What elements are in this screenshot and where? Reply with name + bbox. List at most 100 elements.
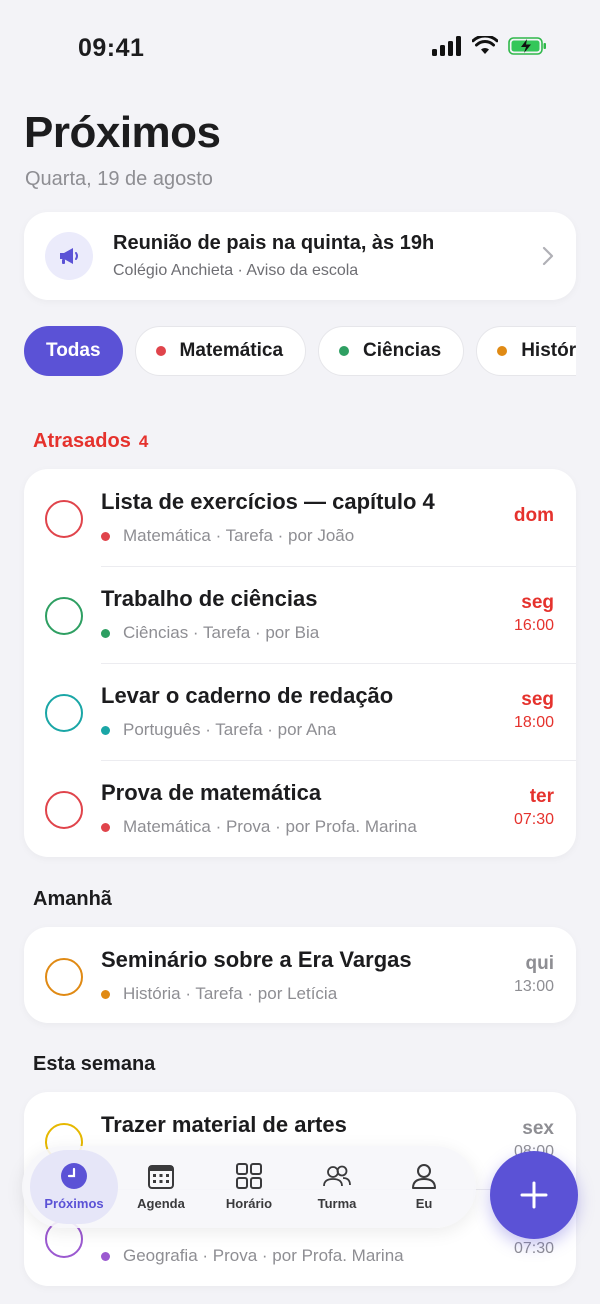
due-day: sex: [522, 1118, 554, 1139]
task-checkbox[interactable]: [45, 500, 83, 538]
task-due: qui 13:00: [514, 953, 554, 996]
chip-label: Ciências: [363, 340, 442, 361]
task-due: dom: [514, 505, 554, 527]
due-day: ter: [529, 786, 554, 807]
due-day: dom: [513, 505, 554, 526]
filter-chip-matematica[interactable]: Matemática: [134, 326, 307, 376]
task-meta: Português · Tarefa · por Ana: [101, 720, 336, 740]
subject-dot: [101, 628, 110, 638]
task-row[interactable]: Seminário sobre a Era Vargas História · …: [24, 927, 576, 1023]
subject-dot: [155, 346, 166, 356]
tab-label: Eu: [415, 1196, 433, 1211]
task-row[interactable]: Levar o caderno de redação Português · T…: [24, 663, 576, 760]
task-title: Levar o caderno de redação: [101, 683, 394, 708]
task-title: Trabalho de ciências: [101, 586, 318, 611]
status-time: 09:41: [78, 34, 145, 62]
task-meta-text: Português · Tarefa · por Ana: [123, 720, 337, 739]
add-task-button[interactable]: [490, 1151, 578, 1239]
tab-bar: Próximos Agenda Horário Turma Eu: [22, 1146, 476, 1228]
task-title: Seminário sobre a Era Vargas: [101, 947, 412, 972]
clock-icon: [61, 1163, 87, 1189]
page-title: Próximos: [24, 108, 221, 157]
task-due: ter 07:30: [514, 786, 554, 829]
due-time: 13:00: [513, 978, 554, 995]
megaphone-icon: [45, 232, 93, 280]
task-meta: Geografia · Prova · por Profa. Marina: [101, 1246, 404, 1266]
due-day: seg: [521, 592, 554, 613]
task-due: seg 16:00: [514, 592, 554, 635]
subject-dot: [101, 531, 110, 541]
notice-subtitle: Colégio Anchieta · Aviso da escola: [113, 262, 359, 279]
filter-chip-historia[interactable]: História: [476, 326, 576, 376]
tab-label: Turma: [317, 1196, 357, 1211]
tab-proximos[interactable]: Próximos: [30, 1150, 118, 1224]
section-label: Atrasados: [33, 430, 131, 452]
subject-dot: [101, 725, 110, 735]
due-day: qui: [525, 953, 555, 974]
due-time: 07:30: [513, 1240, 554, 1257]
signal-icon: [432, 36, 461, 56]
tab-label: Horário: [225, 1196, 273, 1211]
filter-chip-ciencias[interactable]: Ciências: [318, 326, 465, 376]
task-meta-text: Matemática · Prova · por Profa. Marina: [123, 817, 417, 836]
due-time: 16:00: [513, 617, 554, 634]
section-title-tomorrow: Amanhã: [33, 888, 112, 910]
status-icons: [432, 36, 548, 56]
due-time: 07:30: [513, 811, 554, 828]
task-checkbox[interactable]: [45, 791, 83, 829]
filter-chip-todas[interactable]: Todas: [24, 326, 123, 376]
page-date: Quarta, 19 de agosto: [25, 168, 213, 190]
task-title: Prova de matemática: [101, 780, 322, 805]
battery-icon: [508, 37, 546, 55]
subject-filter-chips: Todas Matemática Ciências História: [24, 326, 576, 376]
tab-horario[interactable]: Horário: [205, 1150, 293, 1224]
status-bar: 09:41: [0, 0, 600, 96]
task-checkbox[interactable]: [45, 958, 83, 996]
subject-dot: [497, 346, 508, 356]
due-time: 18:00: [513, 714, 554, 731]
subject-dot: [101, 989, 110, 999]
task-meta-text: Geografia · Prova · por Profa. Marina: [123, 1246, 404, 1265]
task-meta: Matemática · Tarefa · por João: [101, 526, 354, 546]
chip-label: Matemática: [179, 340, 284, 361]
task-row[interactable]: Lista de exercícios — capítulo 4 Matemát…: [24, 469, 576, 566]
task-title: Trazer material de artes: [101, 1112, 347, 1137]
person-icon: [412, 1164, 436, 1189]
task-meta: Ciências · Tarefa · por Bia: [101, 623, 319, 643]
overdue-count: 4: [138, 432, 149, 451]
due-day: seg: [521, 689, 554, 710]
subject-dot: [339, 346, 350, 356]
task-meta: História · Tarefa · por Letícia: [101, 984, 337, 1004]
tomorrow-task-list: Seminário sobre a Era Vargas História · …: [24, 927, 576, 1023]
task-title: Lista de exercícios — capítulo 4: [101, 489, 435, 514]
task-meta-text: Matemática · Tarefa · por João: [123, 526, 355, 545]
task-meta-text: História · Tarefa · por Letícia: [123, 984, 338, 1003]
chip-label: Todas: [46, 340, 101, 361]
overdue-task-list: Lista de exercícios — capítulo 4 Matemát…: [24, 469, 576, 857]
tab-label: Agenda: [137, 1196, 185, 1211]
task-due: seg 18:00: [514, 689, 554, 732]
task-checkbox[interactable]: [45, 694, 83, 732]
tab-turma[interactable]: Turma: [293, 1150, 381, 1224]
section-title-week: Esta semana: [33, 1053, 156, 1075]
section-title-overdue: Atrasados 4: [33, 430, 148, 453]
people-icon: [323, 1165, 351, 1187]
plus-icon: [520, 1181, 548, 1209]
wifi-icon: [472, 36, 498, 54]
grid-icon: [236, 1163, 262, 1189]
task-checkbox[interactable]: [45, 597, 83, 635]
notice-title: Reunião de pais na quinta, às 19h: [113, 232, 435, 254]
tab-agenda[interactable]: Agenda: [117, 1150, 205, 1224]
subject-dot: [101, 822, 110, 832]
task-row[interactable]: Trabalho de ciências Ciências · Tarefa ·…: [24, 566, 576, 663]
chevron-right-icon: [542, 246, 554, 266]
task-row[interactable]: Prova de matemática Matemática · Prova ·…: [24, 760, 576, 857]
school-notice-card[interactable]: Reunião de pais na quinta, às 19h Colégi…: [24, 212, 576, 300]
task-meta: Matemática · Prova · por Profa. Marina: [101, 817, 417, 837]
calendar-icon: [148, 1165, 174, 1189]
tab-label: Próximos: [44, 1196, 104, 1211]
subject-dot: [101, 1251, 110, 1261]
tab-eu[interactable]: Eu: [380, 1150, 468, 1224]
task-meta-text: Ciências · Tarefa · por Bia: [123, 623, 320, 642]
chip-label: História: [521, 340, 576, 361]
